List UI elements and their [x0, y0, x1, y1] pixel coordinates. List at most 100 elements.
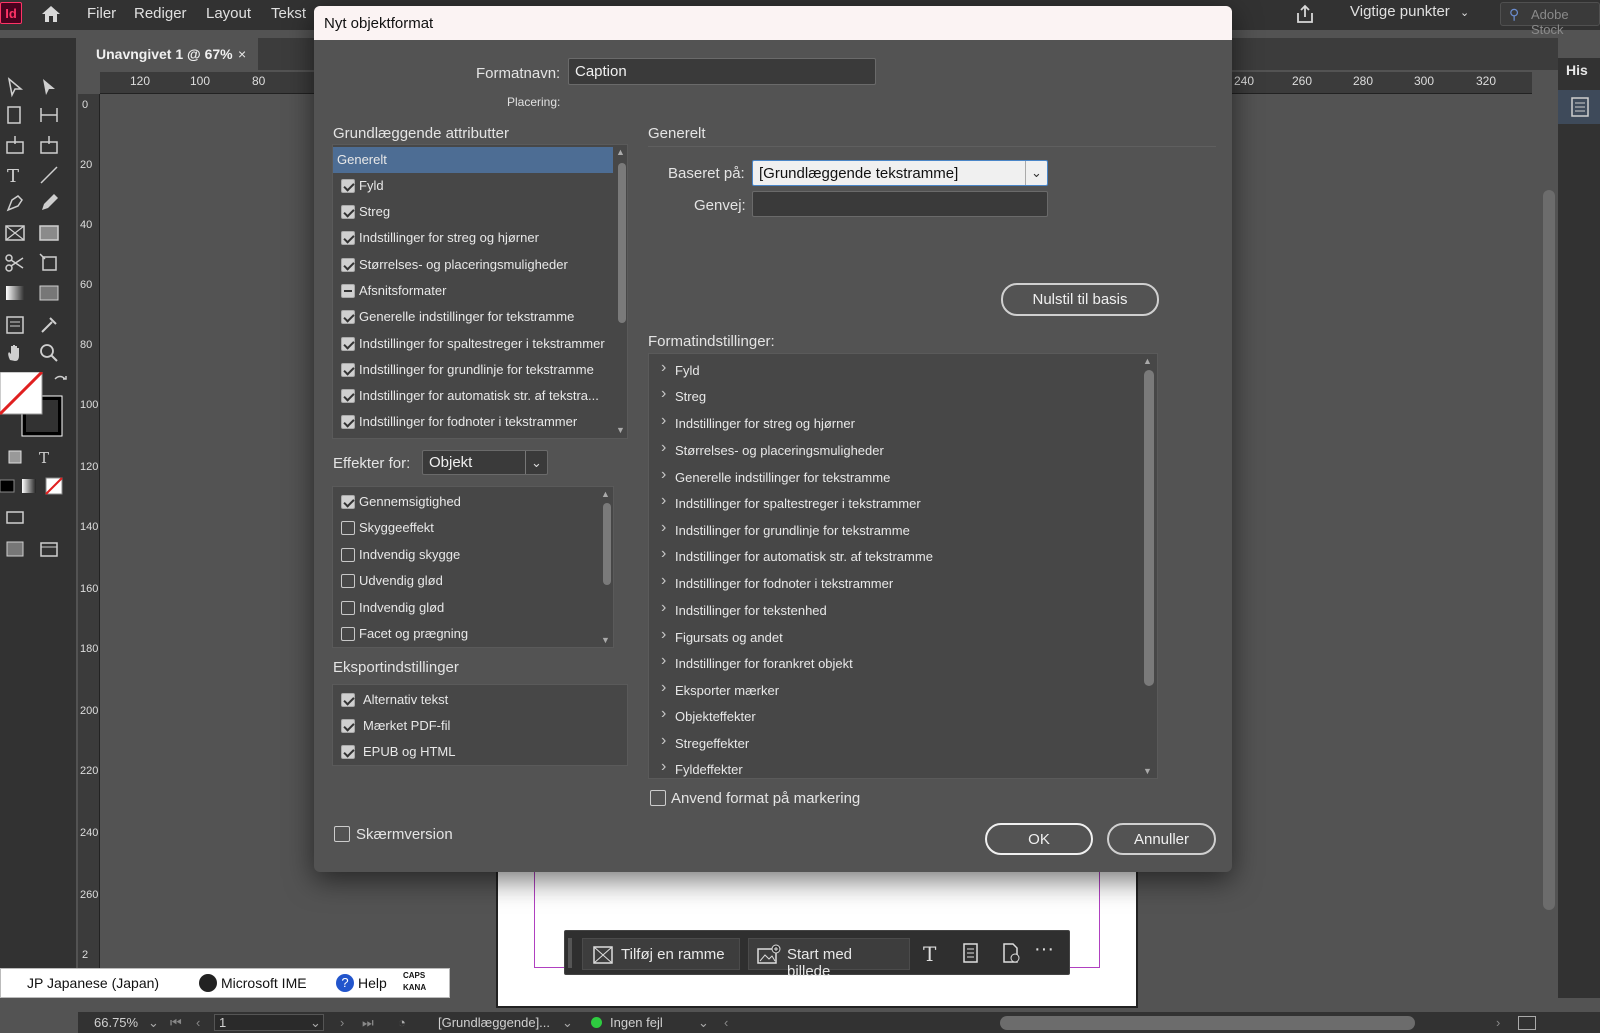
- tree-item[interactable]: Indstillinger for fodnoter i tekstrammer: [657, 571, 893, 597]
- menu-filer[interactable]: Filer: [87, 5, 116, 22]
- style-indicator[interactable]: [Grundlæggende]...: [438, 1015, 550, 1030]
- checkbox[interactable]: [341, 521, 355, 535]
- list-item[interactable]: Facet og prægning: [337, 621, 468, 647]
- swap-fill-stroke-icon[interactable]: [50, 372, 72, 394]
- cancel-button[interactable]: Annuller: [1107, 823, 1216, 855]
- contextbar-grip[interactable]: [568, 938, 572, 968]
- based-on-select[interactable]: [Grundlæggende tekstramme] ⌄: [752, 160, 1048, 186]
- list-item[interactable]: Streg: [337, 199, 390, 225]
- formatting-container-icon[interactable]: [4, 446, 26, 468]
- add-frame-button[interactable]: Tilføj en ramme: [582, 938, 740, 970]
- content-collector-icon[interactable]: [4, 134, 26, 156]
- checkbox[interactable]: [341, 337, 355, 351]
- list-item[interactable]: Indvendig glød: [337, 595, 444, 621]
- effects-for-select[interactable]: Objekt ⌄: [422, 450, 548, 475]
- tree-item[interactable]: Fyldeffekter: [657, 757, 743, 783]
- page-add-icon[interactable]: [998, 940, 1024, 966]
- list-item[interactable]: Gennemsigtighed: [337, 489, 461, 515]
- checkbox[interactable]: [341, 627, 355, 641]
- gradient-feather-tool-icon[interactable]: [38, 282, 60, 304]
- prev-page-icon[interactable]: ‹: [196, 1015, 200, 1030]
- tree-item[interactable]: Indstillinger for streg og hjørner: [657, 411, 855, 437]
- tree-item[interactable]: Streg: [657, 384, 706, 410]
- text-frame-icon[interactable]: T: [918, 940, 944, 966]
- direct-selection-tool-icon[interactable]: [38, 76, 60, 98]
- line-tool-icon[interactable]: [38, 164, 60, 186]
- ime-name[interactable]: Microsoft IME: [221, 975, 307, 991]
- scroll-left-icon[interactable]: ‹: [724, 1015, 728, 1030]
- checkbox[interactable]: [341, 693, 355, 707]
- scroll-right-icon[interactable]: ›: [1496, 1015, 1500, 1030]
- split-view-icon[interactable]: [1518, 1016, 1536, 1030]
- checkbox[interactable]: [341, 745, 355, 759]
- selection-tool-icon[interactable]: [4, 76, 26, 98]
- type-tool-icon[interactable]: T: [4, 164, 26, 187]
- vertical-scroll-thumb[interactable]: [1543, 190, 1555, 910]
- zoom-dropdown-icon[interactable]: ⌄: [148, 1015, 159, 1031]
- menu-layout[interactable]: Layout: [206, 5, 251, 22]
- ok-button[interactable]: OK: [985, 823, 1093, 855]
- list-item[interactable]: EPUB og HTML: [337, 739, 455, 765]
- checkbox-mixed[interactable]: [341, 284, 355, 298]
- reset-to-base-button[interactable]: Nulstil til basis: [1001, 283, 1159, 316]
- page-number-field[interactable]: 1: [214, 1014, 324, 1031]
- tree-item[interactable]: Fyld: [657, 358, 700, 384]
- checkbox[interactable]: [341, 415, 355, 429]
- menu-tekst[interactable]: Tekst: [271, 5, 306, 22]
- tree-item[interactable]: Indstillinger for spaltestreger i tekstr…: [657, 491, 921, 517]
- next-page-icon[interactable]: ›: [340, 1015, 344, 1030]
- scissors-tool-icon[interactable]: [4, 252, 26, 274]
- style-dropdown-icon[interactable]: ⌄: [562, 1015, 573, 1031]
- list-item[interactable]: Mærket PDF-fil: [337, 713, 450, 739]
- adobe-stock-search[interactable]: ⚲ Adobe Stock: [1500, 2, 1600, 37]
- apply-to-selection-checkbox[interactable]: [650, 790, 666, 806]
- gap-tool-icon[interactable]: [38, 104, 60, 126]
- pages-panel-icon[interactable]: [1558, 90, 1600, 124]
- first-page-icon[interactable]: ⏮: [170, 1015, 182, 1031]
- tree-item[interactable]: Indstillinger for tekstenhed: [657, 598, 827, 624]
- scroll-down-icon[interactable]: ▼: [601, 635, 610, 645]
- document-tab[interactable]: Unavngivet 1 @ 67%: [78, 38, 258, 70]
- preflight-dropdown-icon[interactable]: ⌄: [698, 1015, 709, 1031]
- apply-gradient-icon[interactable]: [20, 474, 42, 496]
- start-with-image-button[interactable]: Start med billede: [748, 938, 910, 980]
- checkbox[interactable]: [341, 495, 355, 509]
- checkbox[interactable]: [341, 601, 355, 615]
- share-icon[interactable]: [1294, 3, 1316, 25]
- ime-help[interactable]: Help: [358, 975, 387, 991]
- scroll-up-icon[interactable]: ▲: [616, 147, 625, 157]
- formatting-text-icon[interactable]: T: [34, 446, 56, 468]
- content-placer-icon[interactable]: [38, 134, 60, 156]
- checkbox[interactable]: [341, 258, 355, 272]
- help-icon[interactable]: ?: [336, 974, 354, 992]
- tree-item[interactable]: Størrelses- og placeringsmuligheder: [657, 438, 884, 464]
- tree-item[interactable]: Indstillinger for forankret objekt: [657, 651, 853, 677]
- list-item[interactable]: Indstillinger for fodnoter i tekstrammer: [337, 409, 577, 435]
- list-item[interactable]: Udvendig glød: [337, 568, 443, 594]
- checkbox[interactable]: [341, 363, 355, 377]
- tree-scroll-thumb[interactable]: [1144, 370, 1154, 686]
- preflight-icon[interactable]: ◔: [398, 1015, 406, 1030]
- preview-mode-icon[interactable]: [4, 538, 26, 560]
- note-tool-icon[interactable]: [4, 314, 26, 336]
- screen-mode-icon[interactable]: [4, 506, 26, 528]
- checkbox[interactable]: [341, 719, 355, 733]
- list-item-generelt[interactable]: Generelt: [333, 147, 613, 173]
- shortcut-input[interactable]: [752, 191, 1048, 217]
- scroll-up-icon[interactable]: ▲: [601, 489, 610, 499]
- hand-tool-icon[interactable]: [4, 342, 26, 364]
- list-scroll-thumb[interactable]: [618, 163, 626, 323]
- tree-item[interactable]: Stregeffekter: [657, 731, 749, 757]
- list-item[interactable]: Alternativ tekst: [337, 687, 448, 713]
- checkbox[interactable]: [341, 205, 355, 219]
- zoom-level[interactable]: 66.75%: [94, 1015, 138, 1030]
- list-item[interactable]: Afsnitsformater: [337, 278, 446, 304]
- pencil-tool-icon[interactable]: [38, 192, 60, 214]
- screen-version-checkbox[interactable]: [334, 826, 350, 842]
- apply-none-icon[interactable]: [44, 474, 66, 496]
- history-panel-tab[interactable]: His: [1566, 62, 1588, 78]
- list-item[interactable]: Indvendig skygge: [337, 542, 460, 568]
- scroll-up-icon[interactable]: ▲: [1143, 356, 1152, 366]
- rectangle-tool-icon[interactable]: [38, 222, 60, 244]
- tree-item[interactable]: Figursats og andet: [657, 625, 783, 651]
